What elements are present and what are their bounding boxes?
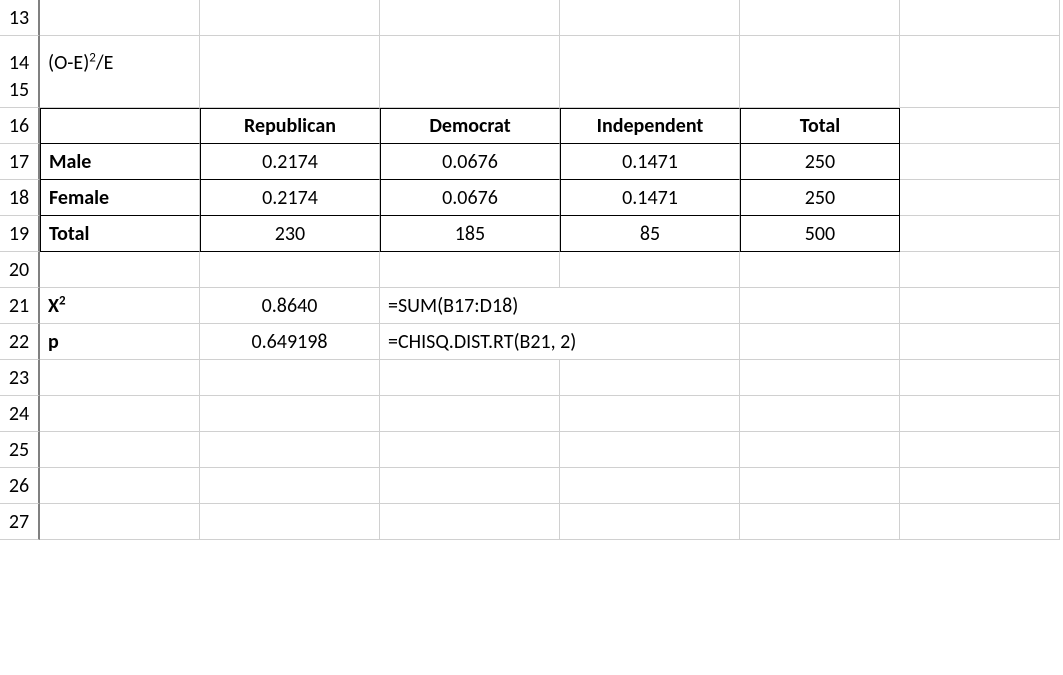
cell-F17[interactable] — [900, 144, 1060, 180]
cell-B26[interactable] — [200, 468, 380, 504]
cell-C20[interactable] — [380, 252, 560, 288]
cell-C17[interactable]: 0.0676 — [380, 144, 560, 180]
header-democrat[interactable]: Democrat — [380, 108, 560, 144]
cell-E22[interactable] — [740, 324, 900, 360]
cell-A25[interactable] — [40, 432, 200, 468]
cell-C18[interactable]: 0.0676 — [380, 180, 560, 216]
cell-C13[interactable] — [380, 0, 560, 36]
cell-D18[interactable]: 0.1471 — [560, 180, 740, 216]
cell-A13[interactable] — [40, 0, 200, 36]
chisq-symbol: X2 — [48, 294, 66, 318]
header-total[interactable]: Total — [740, 108, 900, 144]
formula-label: (O-E)2/E — [48, 51, 113, 75]
row-header[interactable]: 25 — [0, 432, 40, 468]
cell-F18[interactable] — [900, 180, 1060, 216]
row-header[interactable]: 21 — [0, 288, 40, 324]
cell-D26[interactable] — [560, 468, 740, 504]
cell-A26[interactable] — [40, 468, 200, 504]
cell-E23[interactable] — [740, 360, 900, 396]
rowlabel-total[interactable]: Total — [40, 216, 200, 252]
cell-E18[interactable]: 250 — [740, 180, 900, 216]
row-header[interactable]: 19 — [0, 216, 40, 252]
rowlabel-female[interactable]: Female — [40, 180, 200, 216]
cell-F21[interactable] — [900, 288, 1060, 324]
row-header[interactable]: 23 — [0, 360, 40, 396]
cell-E25[interactable] — [740, 432, 900, 468]
row-header[interactable]: 24 — [0, 396, 40, 432]
cell-F27[interactable] — [900, 504, 1060, 540]
row-header[interactable]: 18 — [0, 180, 40, 216]
cell-C24[interactable] — [380, 396, 560, 432]
cell-B13[interactable] — [200, 0, 380, 36]
cell-D19[interactable]: 85 — [560, 216, 740, 252]
cell-E21[interactable] — [740, 288, 900, 324]
cell-A24[interactable] — [40, 396, 200, 432]
value-p[interactable]: 0.649198 — [200, 324, 380, 360]
row-header[interactable]: 16 — [0, 108, 40, 144]
cell-D17[interactable]: 0.1471 — [560, 144, 740, 180]
cell-B27[interactable] — [200, 504, 380, 540]
cell-D24[interactable] — [560, 396, 740, 432]
cell-D20[interactable] — [560, 252, 740, 288]
value-chisq[interactable]: 0.8640 — [200, 288, 380, 324]
cell-E27[interactable] — [740, 504, 900, 540]
row-header[interactable]: 15 — [0, 72, 40, 108]
cell-C23[interactable] — [380, 360, 560, 396]
label-p[interactable]: p — [40, 324, 200, 360]
cell-F20[interactable] — [900, 252, 1060, 288]
label-chisq[interactable]: X2 — [40, 288, 200, 324]
cell-F15[interactable] — [900, 72, 1060, 108]
row-header[interactable]: 13 — [0, 0, 40, 36]
cell-A20[interactable] — [40, 252, 200, 288]
cell-C27[interactable] — [380, 504, 560, 540]
formula-sum[interactable]: =SUM(B17:D18) — [380, 288, 740, 324]
cell-B15[interactable] — [200, 72, 380, 108]
cell-D15[interactable] — [560, 72, 740, 108]
cell-F24[interactable] — [900, 396, 1060, 432]
cell-E15[interactable] — [740, 72, 900, 108]
row-header[interactable]: 17 — [0, 144, 40, 180]
row-header[interactable]: 20 — [0, 252, 40, 288]
cell-F16[interactable] — [900, 108, 1060, 144]
formula-chisq[interactable]: =CHISQ.DIST.RT(B21, 2) — [380, 324, 740, 360]
cell-F13[interactable] — [900, 0, 1060, 36]
cell-F19[interactable] — [900, 216, 1060, 252]
header-republican[interactable]: Republican — [200, 108, 380, 144]
cell-E19[interactable]: 500 — [740, 216, 900, 252]
row-header[interactable]: 22 — [0, 324, 40, 360]
cell-C19[interactable]: 185 — [380, 216, 560, 252]
row-header[interactable]: 26 — [0, 468, 40, 504]
cell-F26[interactable] — [900, 468, 1060, 504]
cell-A27[interactable] — [40, 504, 200, 540]
cell-D23[interactable] — [560, 360, 740, 396]
rowlabel-male[interactable]: Male — [40, 144, 200, 180]
cell-D27[interactable] — [560, 504, 740, 540]
cell-B23[interactable] — [200, 360, 380, 396]
cell-F25[interactable] — [900, 432, 1060, 468]
cell-A16[interactable] — [40, 108, 200, 144]
cell-B24[interactable] — [200, 396, 380, 432]
cell-B20[interactable] — [200, 252, 380, 288]
cell-F22[interactable] — [900, 324, 1060, 360]
cell-D13[interactable] — [560, 0, 740, 36]
cell-A23[interactable] — [40, 360, 200, 396]
cell-B18[interactable]: 0.2174 — [200, 180, 380, 216]
cell-E24[interactable] — [740, 396, 900, 432]
cell-C15[interactable] — [380, 72, 560, 108]
cell-B19[interactable]: 230 — [200, 216, 380, 252]
header-independent[interactable]: Independent — [560, 108, 740, 144]
cell-C25[interactable] — [380, 432, 560, 468]
cell-E20[interactable] — [740, 252, 900, 288]
cell-F23[interactable] — [900, 360, 1060, 396]
cell-E26[interactable] — [740, 468, 900, 504]
cell-B17[interactable]: 0.2174 — [200, 144, 380, 180]
row-header[interactable]: 27 — [0, 504, 40, 540]
cell-D25[interactable] — [560, 432, 740, 468]
cell-A15[interactable] — [40, 72, 200, 108]
cell-B25[interactable] — [200, 432, 380, 468]
spreadsheet-grid[interactable]: 13 14 (O-E)2/E 15 16 Republican Democrat… — [0, 0, 1063, 540]
cell-E13[interactable] — [740, 0, 900, 36]
cell-C26[interactable] — [380, 468, 560, 504]
cell-E17[interactable]: 250 — [740, 144, 900, 180]
